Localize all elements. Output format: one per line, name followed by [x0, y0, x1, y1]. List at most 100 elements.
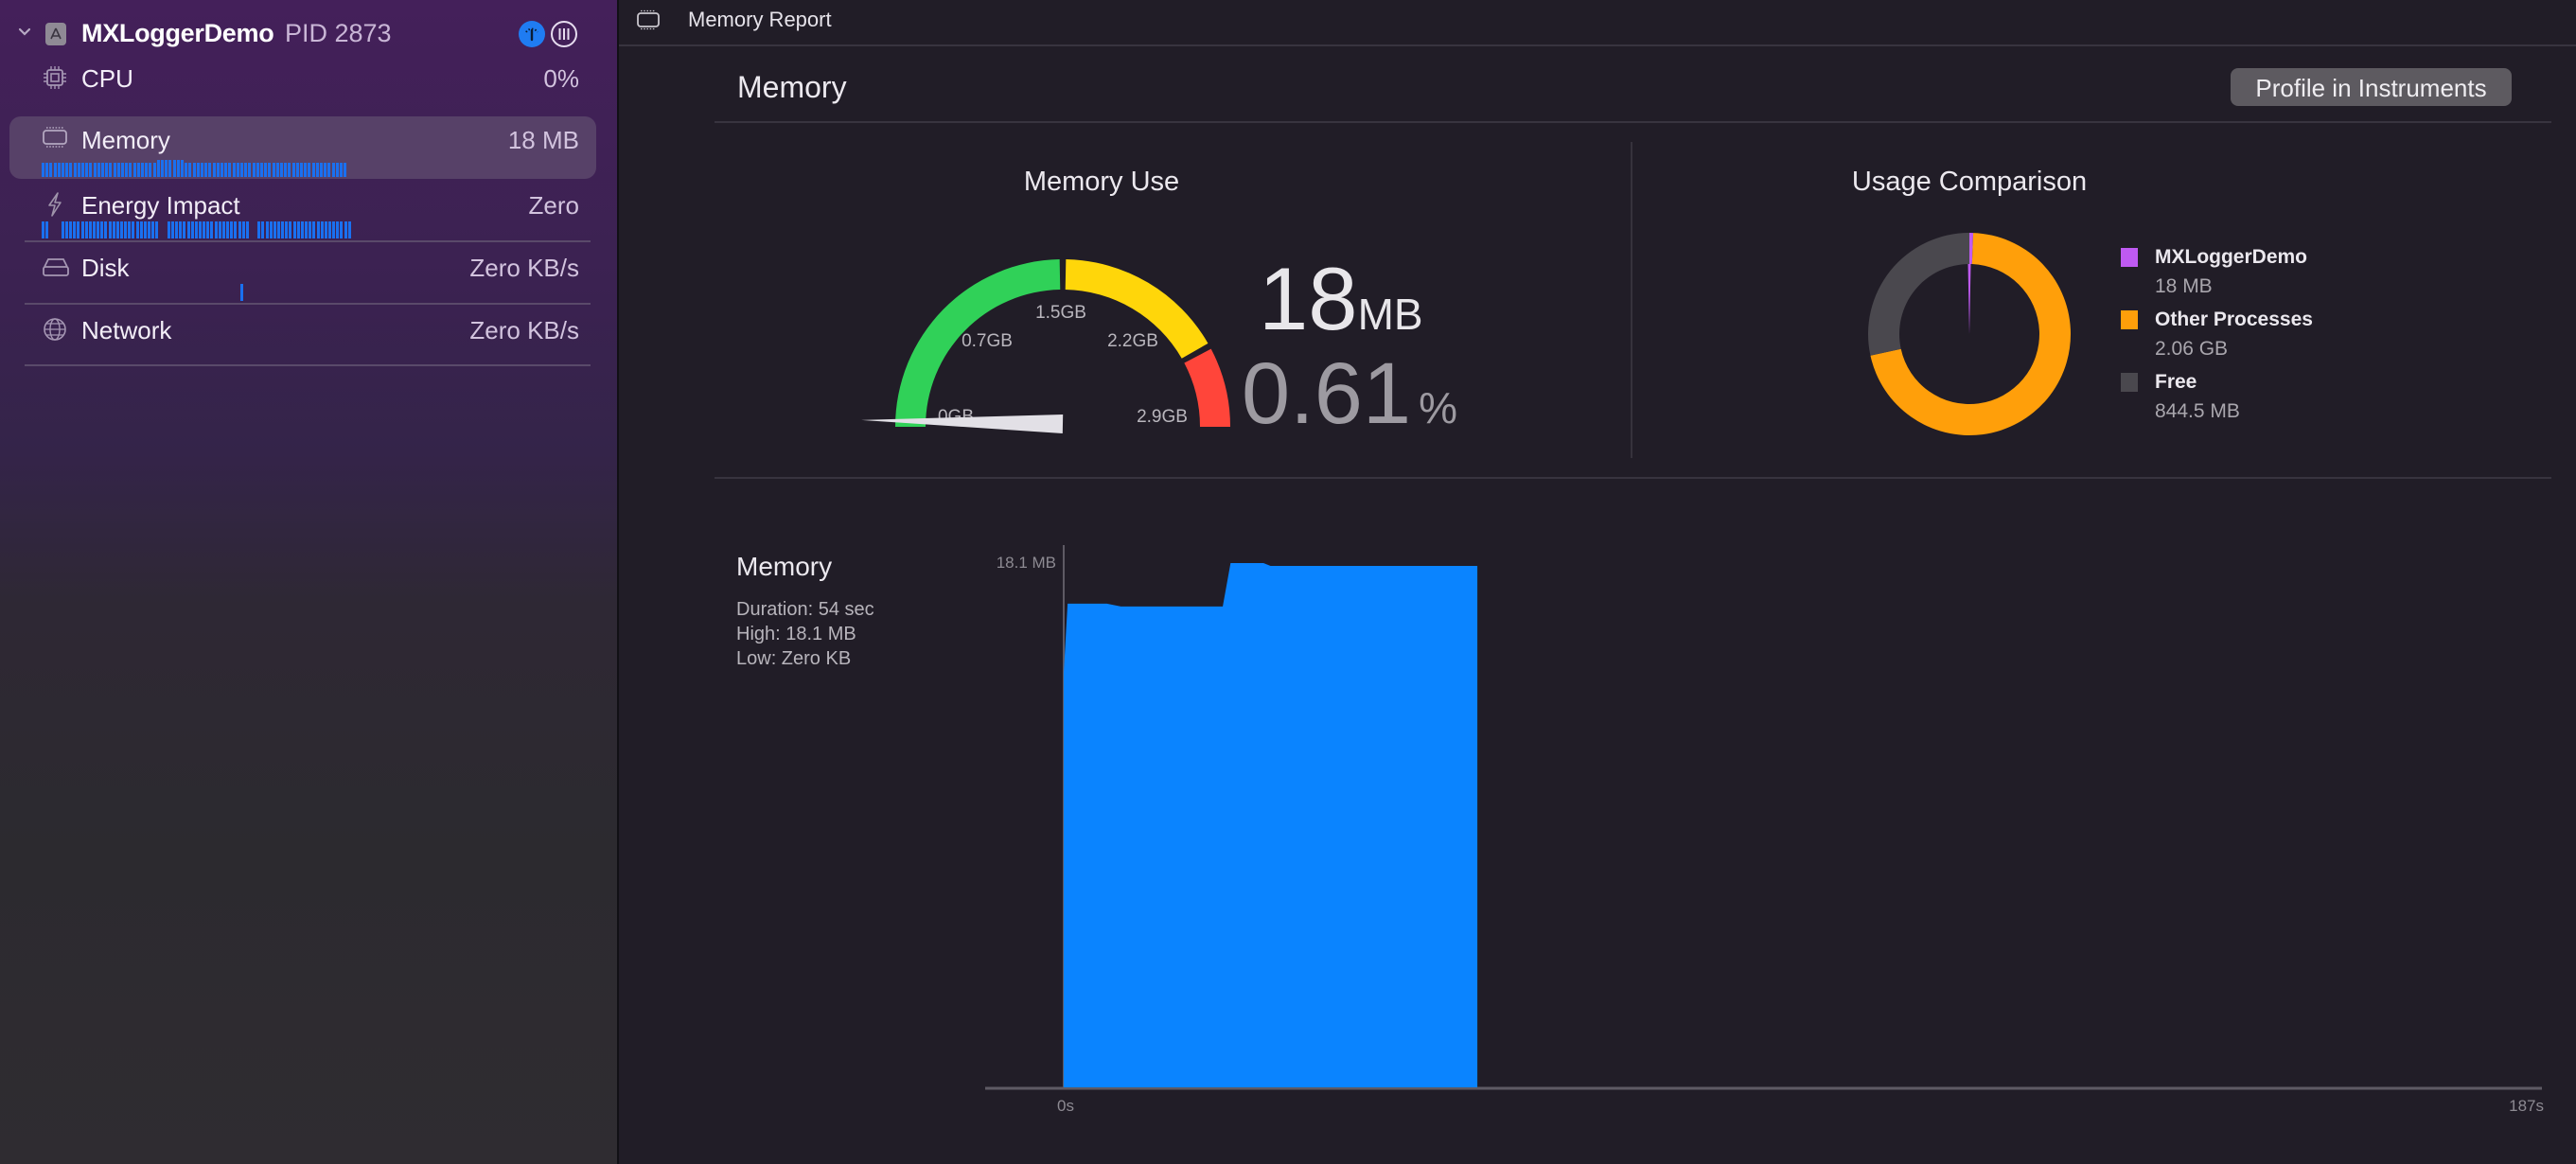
energy-spark-bar [80, 221, 84, 238]
energy-spark-bar [265, 221, 269, 238]
disk-sparkline [240, 284, 246, 301]
memory-spark-bar [268, 163, 272, 177]
memory-spark-bar [121, 163, 124, 177]
sidebar-item-cpu[interactable]: CPU 0% [23, 61, 598, 117]
memory-area [1064, 563, 1478, 1087]
energy-spark-bar [64, 221, 68, 238]
energy-spark-bar [108, 221, 112, 238]
memory-spark-bar [300, 163, 303, 177]
energy-spark-bar [42, 221, 44, 238]
memory-spark-bar [62, 163, 64, 177]
energy-spark-bar [190, 221, 194, 238]
memory-spark-bar [132, 163, 136, 177]
energy-spark-bar [340, 221, 344, 238]
memory-spark-bar [308, 163, 311, 177]
energy-spark-bar [84, 221, 88, 238]
globe-icon [42, 316, 68, 343]
memory-spark-bar [221, 163, 223, 177]
process-pid: PID 2873 [285, 19, 392, 47]
sidebar-item-value: Zero [528, 191, 579, 220]
energy-spark-bar [238, 221, 241, 238]
energy-spark-bar [128, 221, 132, 238]
memory-spark-bar [212, 163, 216, 177]
sidebar-item-label: Disk [81, 254, 130, 282]
memory-spark-bar [73, 163, 77, 177]
energy-spark-bar [332, 221, 336, 238]
debug-gauges-icon[interactable] [519, 21, 545, 47]
energy-spark-bar [327, 221, 331, 238]
divider [25, 364, 591, 366]
energy-spark-bar [88, 221, 92, 238]
memory-spark-bar [272, 163, 275, 177]
energy-spark-bar [179, 221, 183, 238]
x-tick-label: 0s [1057, 1097, 1074, 1115]
memory-spark-bar [188, 163, 192, 177]
sidebar-item-label: Network [81, 316, 172, 344]
energy-spark-bar [112, 221, 115, 238]
memory-spark-bar [232, 163, 236, 177]
energy-spark-bar [312, 221, 316, 238]
energy-spark-bar [316, 221, 320, 238]
energy-spark-bar [151, 221, 155, 238]
energy-spark-bar [100, 221, 104, 238]
pause-threads-icon[interactable] [551, 21, 577, 47]
energy-spark-bar [167, 221, 170, 238]
energy-spark-bar [245, 221, 249, 238]
memory-spark-bar [228, 163, 232, 177]
memory-spark-bar [81, 163, 84, 177]
energy-spark-bar [73, 221, 77, 238]
memory-spark-bar [53, 163, 57, 177]
energy-spark-bar [183, 221, 186, 238]
divider [25, 240, 591, 242]
memory-spark-bar [275, 163, 279, 177]
memory-spark-bar [291, 163, 295, 177]
energy-spark-bar [77, 221, 80, 238]
energy-spark-bar [45, 221, 49, 238]
memory-spark-bar [264, 163, 268, 177]
energy-spark-bar [139, 221, 143, 238]
sidebar-item-network[interactable]: Network Zero KB/s [23, 312, 598, 369]
cpu-icon [42, 64, 68, 91]
chevron-down-icon[interactable] [15, 23, 34, 42]
energy-spark-bar [305, 221, 309, 238]
memory-spark-bar [181, 160, 184, 177]
energy-spark-bar [273, 221, 276, 238]
memory-spark-bar [125, 163, 129, 177]
memory-spark-bar [335, 163, 339, 177]
energy-spark-bar [143, 221, 147, 238]
memory-spark-bar [248, 163, 252, 177]
debug-navigator-sidebar: MXLoggerDemo PID 2873 CPU 0% Memory 18 M… [0, 0, 619, 1164]
memory-spark-bar [116, 163, 120, 177]
energy-spark-bar [226, 221, 230, 238]
energy-spark-bar [292, 221, 296, 238]
energy-spark-bar [241, 221, 245, 238]
energy-spark-bar [175, 221, 179, 238]
x-tick-label: 187s [2509, 1097, 2544, 1115]
memory-spark-bar [244, 163, 248, 177]
energy-spark-bar [320, 221, 324, 238]
y-tick-label: 18.1 MB [997, 554, 1056, 572]
memory-spark-bar [320, 163, 323, 177]
memory-spark-bar [236, 163, 239, 177]
energy-spark-bar [194, 221, 198, 238]
memory-spark-bar [89, 163, 93, 177]
energy-spark-bar [285, 221, 289, 238]
memory-spark-bar [42, 163, 44, 177]
energy-spark-bar [277, 221, 280, 238]
process-row[interactable]: MXLoggerDemo PID 2873 [0, 17, 617, 51]
memory-spark-bar [109, 163, 113, 177]
memory-spark-bar [101, 163, 104, 177]
energy-spark-bar [135, 221, 139, 238]
sidebar-item-value: Zero KB/s [469, 316, 579, 344]
energy-spark-bar [221, 221, 225, 238]
memory-spark-bar [216, 163, 220, 177]
memory-spark-bar [331, 163, 335, 177]
energy-spark-bar [69, 221, 73, 238]
energy-spark-bar [289, 221, 292, 238]
sidebar-item-disk[interactable]: Disk Zero KB/s [23, 250, 598, 307]
memory-chip-icon [42, 124, 68, 150]
memory-spark-bar [105, 163, 109, 177]
memory-spark-bar [344, 163, 347, 177]
memory-spark-bar [136, 163, 140, 177]
memory-spark-bar [156, 160, 160, 177]
